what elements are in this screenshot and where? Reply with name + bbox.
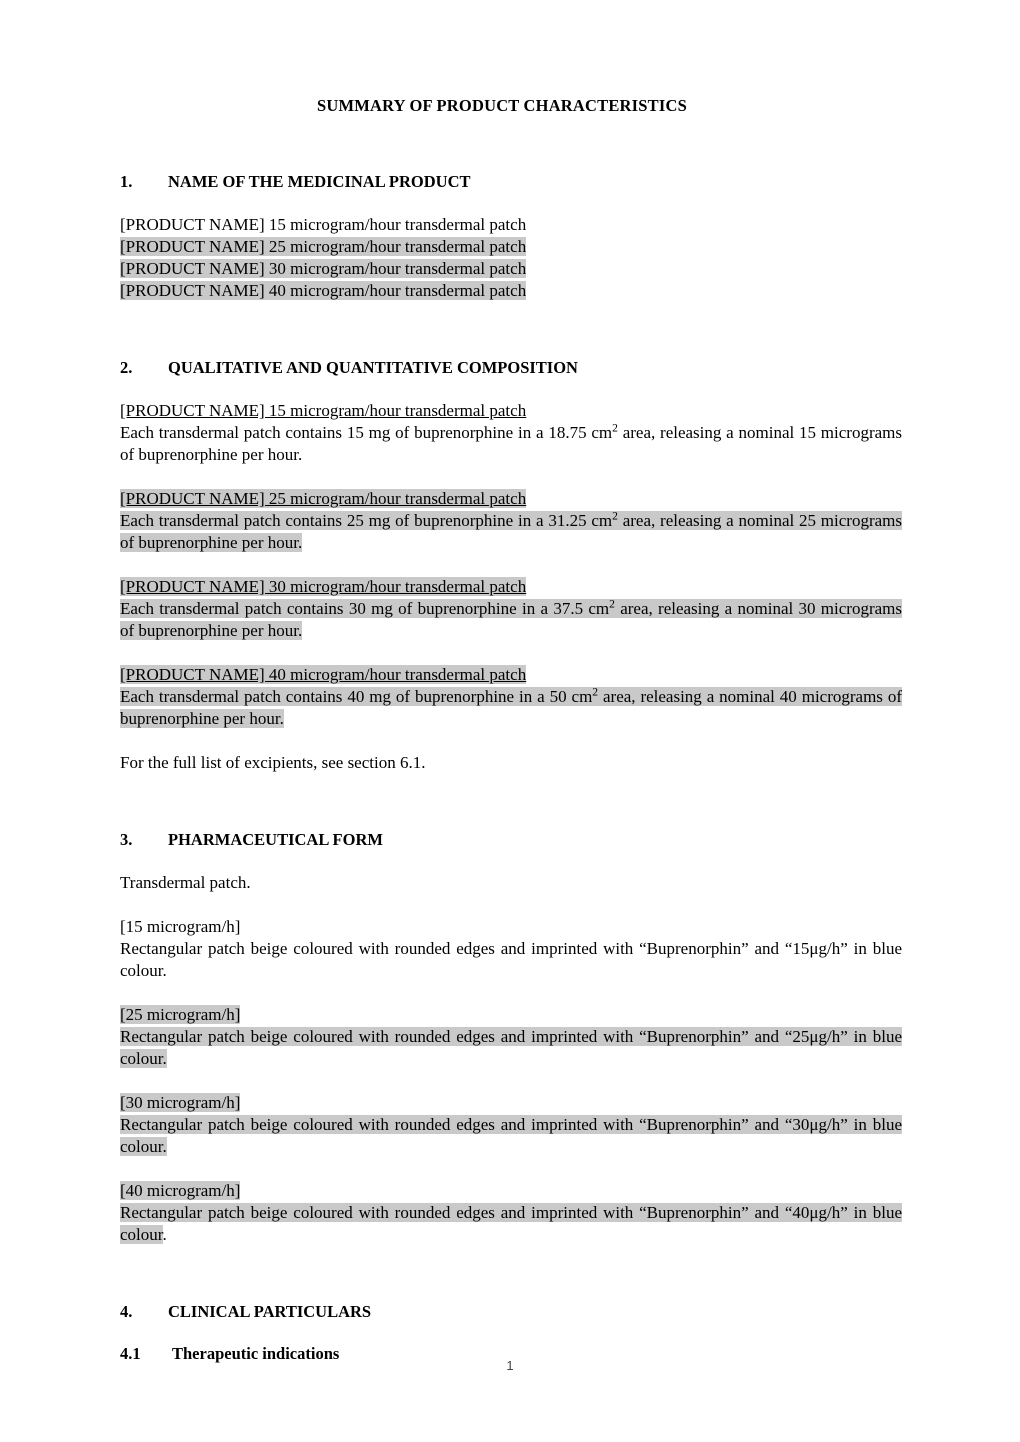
form-strength-label-text: [30 microgram/h] [120, 1093, 241, 1112]
product-line: [PRODUCT NAME] 30 microgram/hour transde… [120, 258, 902, 280]
page-title: SUMMARY OF PRODUCT CHARACTERISTICS [316, 96, 687, 115]
composition-block-body: Each transdermal patch contains 15 mg of… [120, 422, 902, 466]
composition-block-title: [PRODUCT NAME] 25 microgram/hour transde… [120, 488, 902, 510]
section-4-heading: 4. CLINICAL PARTICULARS [120, 1302, 902, 1322]
form-description-text: Rectangular patch beige coloured with ro… [120, 1203, 902, 1244]
form-description-text: Rectangular patch beige coloured with ro… [120, 1027, 902, 1068]
form-description-text: Rectangular patch beige coloured with ro… [120, 939, 902, 980]
product-line-text: [PRODUCT NAME] 15 microgram/hour transde… [120, 215, 527, 234]
form-strength-label: [15 microgram/h] [120, 917, 241, 936]
form-description-text: Rectangular patch beige coloured with ro… [120, 1115, 902, 1156]
section-3-number: 3. [120, 830, 133, 849]
product-line-text: [PRODUCT NAME] 25 microgram/hour transde… [120, 237, 527, 256]
form-strength-label: [30 microgram/h] [120, 1092, 902, 1114]
section-1-product-list: [PRODUCT NAME] 15 microgram/hour transde… [120, 214, 902, 302]
form-description: Rectangular patch beige coloured with ro… [120, 1114, 902, 1158]
composition-block-body: Each transdermal patch contains 25 mg of… [120, 510, 902, 554]
composition-block-25: [PRODUCT NAME] 25 microgram/hour transde… [120, 488, 902, 554]
section-4-number: 4. [120, 1302, 133, 1321]
page-number: 1 [506, 1358, 514, 1373]
composition-body-pre: Each transdermal patch contains 30 mg of… [120, 599, 610, 618]
composition-block-title: [PRODUCT NAME] 15 microgram/hour transde… [120, 400, 902, 422]
form-description: Rectangular patch beige coloured with ro… [120, 1026, 902, 1070]
product-line: [PRODUCT NAME] 40 microgram/hour transde… [120, 280, 902, 302]
section-3-heading: 3. PHARMACEUTICAL FORM [120, 830, 902, 850]
form-strength-label-text: [25 microgram/h] [120, 1005, 241, 1024]
composition-body-pre: Each transdermal patch contains 15 mg of… [120, 423, 613, 442]
section-1-title: NAME OF THE MEDICINAL PRODUCT [168, 172, 471, 191]
composition-block-body: Each transdermal patch contains 30 mg of… [120, 598, 902, 642]
section-1-heading: 1. NAME OF THE MEDICINAL PRODUCT [120, 172, 902, 192]
excipients-note: For the full list of excipients, see sec… [120, 753, 426, 772]
composition-block-body: Each transdermal patch contains 40 mg of… [120, 686, 902, 730]
composition-body-pre: Each transdermal patch contains 40 mg of… [120, 687, 593, 706]
form-block-25: [25 microgram/h] Rectangular patch beige… [120, 1004, 902, 1070]
section-4-title: CLINICAL PARTICULARS [168, 1302, 372, 1321]
form-description-trailing: . [162, 961, 167, 980]
form-description-trailing: . [162, 1225, 167, 1244]
form-block-30: [30 microgram/h] Rectangular patch beige… [120, 1092, 902, 1158]
composition-title-text: [PRODUCT NAME] 15 microgram/hour transde… [120, 401, 527, 420]
composition-block-title: [PRODUCT NAME] 40 microgram/hour transde… [120, 664, 902, 686]
product-line: [PRODUCT NAME] 15 microgram/hour transde… [120, 214, 902, 236]
composition-title-text: [PRODUCT NAME] 40 microgram/hour transde… [120, 665, 527, 684]
composition-block-30: [PRODUCT NAME] 30 microgram/hour transde… [120, 576, 902, 642]
form-strength-label: [40 microgram/h] [120, 1180, 902, 1202]
document-page: SUMMARY OF PRODUCT CHARACTERISTICS 1. NA… [0, 0, 1020, 1442]
composition-block-15: [PRODUCT NAME] 15 microgram/hour transde… [120, 400, 902, 466]
section-1-number: 1. [120, 172, 133, 191]
form-description: Rectangular patch beige coloured with ro… [120, 938, 902, 982]
composition-block-title: [PRODUCT NAME] 30 microgram/hour transde… [120, 576, 902, 598]
form-block-40: [40 microgram/h] Rectangular patch beige… [120, 1180, 902, 1246]
section-2-heading: 2. QUALITATIVE AND QUANTITATIVE COMPOSIT… [120, 358, 902, 378]
form-block-15: [15 microgram/h] Rectangular patch beige… [120, 916, 902, 982]
section-3-title: PHARMACEUTICAL FORM [168, 830, 383, 849]
composition-title-text: [PRODUCT NAME] 25 microgram/hour transde… [120, 489, 527, 508]
section-2-number: 2. [120, 358, 133, 377]
form-description: Rectangular patch beige coloured with ro… [120, 1202, 902, 1246]
section-2-title: QUALITATIVE AND QUANTITATIVE COMPOSITION [168, 358, 578, 377]
product-line-text: [PRODUCT NAME] 40 microgram/hour transde… [120, 281, 527, 300]
composition-title-text: [PRODUCT NAME] 30 microgram/hour transde… [120, 577, 527, 596]
form-strength-label: [25 microgram/h] [120, 1004, 902, 1026]
composition-body-pre: Each transdermal patch contains 25 mg of… [120, 511, 613, 530]
pharmaceutical-form-text: Transdermal patch. [120, 873, 251, 892]
composition-block-40: [PRODUCT NAME] 40 microgram/hour transde… [120, 664, 902, 730]
product-line-text: [PRODUCT NAME] 30 microgram/hour transde… [120, 259, 527, 278]
form-strength-label-text: [40 microgram/h] [120, 1181, 241, 1200]
product-line: [PRODUCT NAME] 25 microgram/hour transde… [120, 236, 902, 258]
document-body: SUMMARY OF PRODUCT CHARACTERISTICS 1. NA… [120, 96, 902, 1364]
